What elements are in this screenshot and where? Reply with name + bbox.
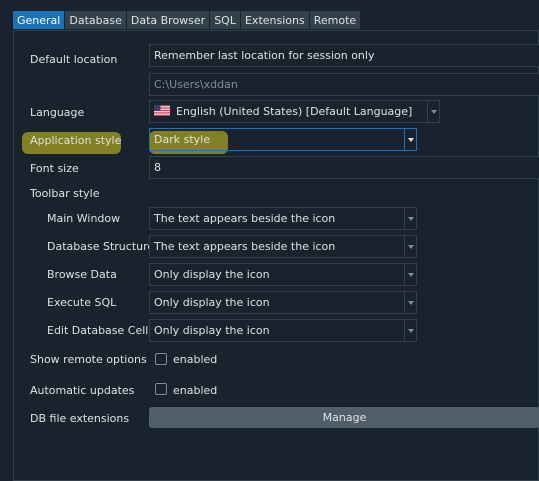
database-structure-label: Database Structure — [47, 240, 155, 253]
show-remote-options-checkbox[interactable] — [155, 353, 167, 365]
chevron-down-icon — [427, 101, 439, 122]
chevron-down-icon — [404, 292, 416, 313]
browse-data-combo[interactable]: Only display the icon — [149, 263, 417, 286]
main-window-label: Main Window — [47, 212, 121, 225]
toolbar-style-label: Toolbar style — [30, 187, 100, 200]
chevron-down-icon — [404, 236, 416, 257]
language-value: English (United States) [Default Languag… — [176, 105, 413, 118]
application-style-label: Application style — [30, 134, 122, 147]
edit-database-cell-value: Only display the icon — [154, 324, 270, 337]
execute-sql-value: Only display the icon — [154, 296, 270, 309]
tab-data-browser[interactable]: Data Browser — [126, 11, 210, 29]
chevron-down-icon — [404, 320, 416, 341]
execute-sql-combo[interactable]: Only display the icon — [149, 291, 417, 314]
default-location-path: C:\Users\xddan — [154, 78, 238, 91]
main-window-combo[interactable]: The text appears beside the icon — [149, 207, 417, 230]
chevron-down-icon — [404, 129, 416, 150]
general-settings-panel: Default location Remember last location … — [13, 30, 539, 481]
tab-sql[interactable]: SQL — [210, 11, 240, 29]
browse-data-label: Browse Data — [47, 268, 117, 281]
edit-database-cell-combo[interactable]: Only display the icon — [149, 319, 417, 342]
db-file-extensions-label: DB file extensions — [30, 412, 130, 425]
application-style-value: Dark style — [154, 133, 210, 146]
chevron-down-icon — [404, 264, 416, 285]
show-remote-options-label: Show remote options — [30, 353, 147, 366]
edit-database-cell-label: Edit Database Cell — [47, 324, 149, 337]
default-location-value: Remember last location for session only — [154, 49, 375, 62]
default-location-path-field: C:\Users\xddan — [149, 73, 539, 96]
us-flag-icon — [154, 105, 170, 116]
automatic-updates-check-label: enabled — [173, 384, 218, 397]
font-size-value: 8 — [154, 161, 161, 174]
tab-remote[interactable]: Remote — [309, 11, 361, 29]
default-location-combo[interactable]: Remember last location for session only — [149, 44, 539, 67]
tab-general[interactable]: General — [13, 11, 65, 29]
chevron-down-icon — [404, 208, 416, 229]
font-size-spinbox[interactable]: 8 — [149, 156, 539, 179]
application-style-combo[interactable]: Dark style — [149, 128, 417, 151]
automatic-updates-label: Automatic updates — [30, 384, 135, 397]
tab-database[interactable]: Database — [65, 11, 126, 29]
default-location-label: Default location — [30, 53, 118, 66]
automatic-updates-checkbox[interactable] — [155, 383, 167, 395]
manage-button[interactable]: Manage — [149, 407, 539, 428]
show-remote-options-check-label: enabled — [173, 353, 218, 366]
database-structure-combo[interactable]: The text appears beside the icon — [149, 235, 417, 258]
database-structure-value: The text appears beside the icon — [154, 240, 336, 253]
language-combo[interactable]: English (United States) [Default Languag… — [149, 100, 440, 123]
language-label: Language — [30, 106, 85, 119]
font-size-label: Font size — [30, 162, 79, 175]
browse-data-value: Only display the icon — [154, 268, 270, 281]
main-window-value: The text appears beside the icon — [154, 212, 336, 225]
execute-sql-label: Execute SQL — [47, 296, 117, 309]
tab-bar: General Database Data Browser SQL Extens… — [13, 11, 361, 30]
tab-extensions[interactable]: Extensions — [240, 11, 309, 29]
